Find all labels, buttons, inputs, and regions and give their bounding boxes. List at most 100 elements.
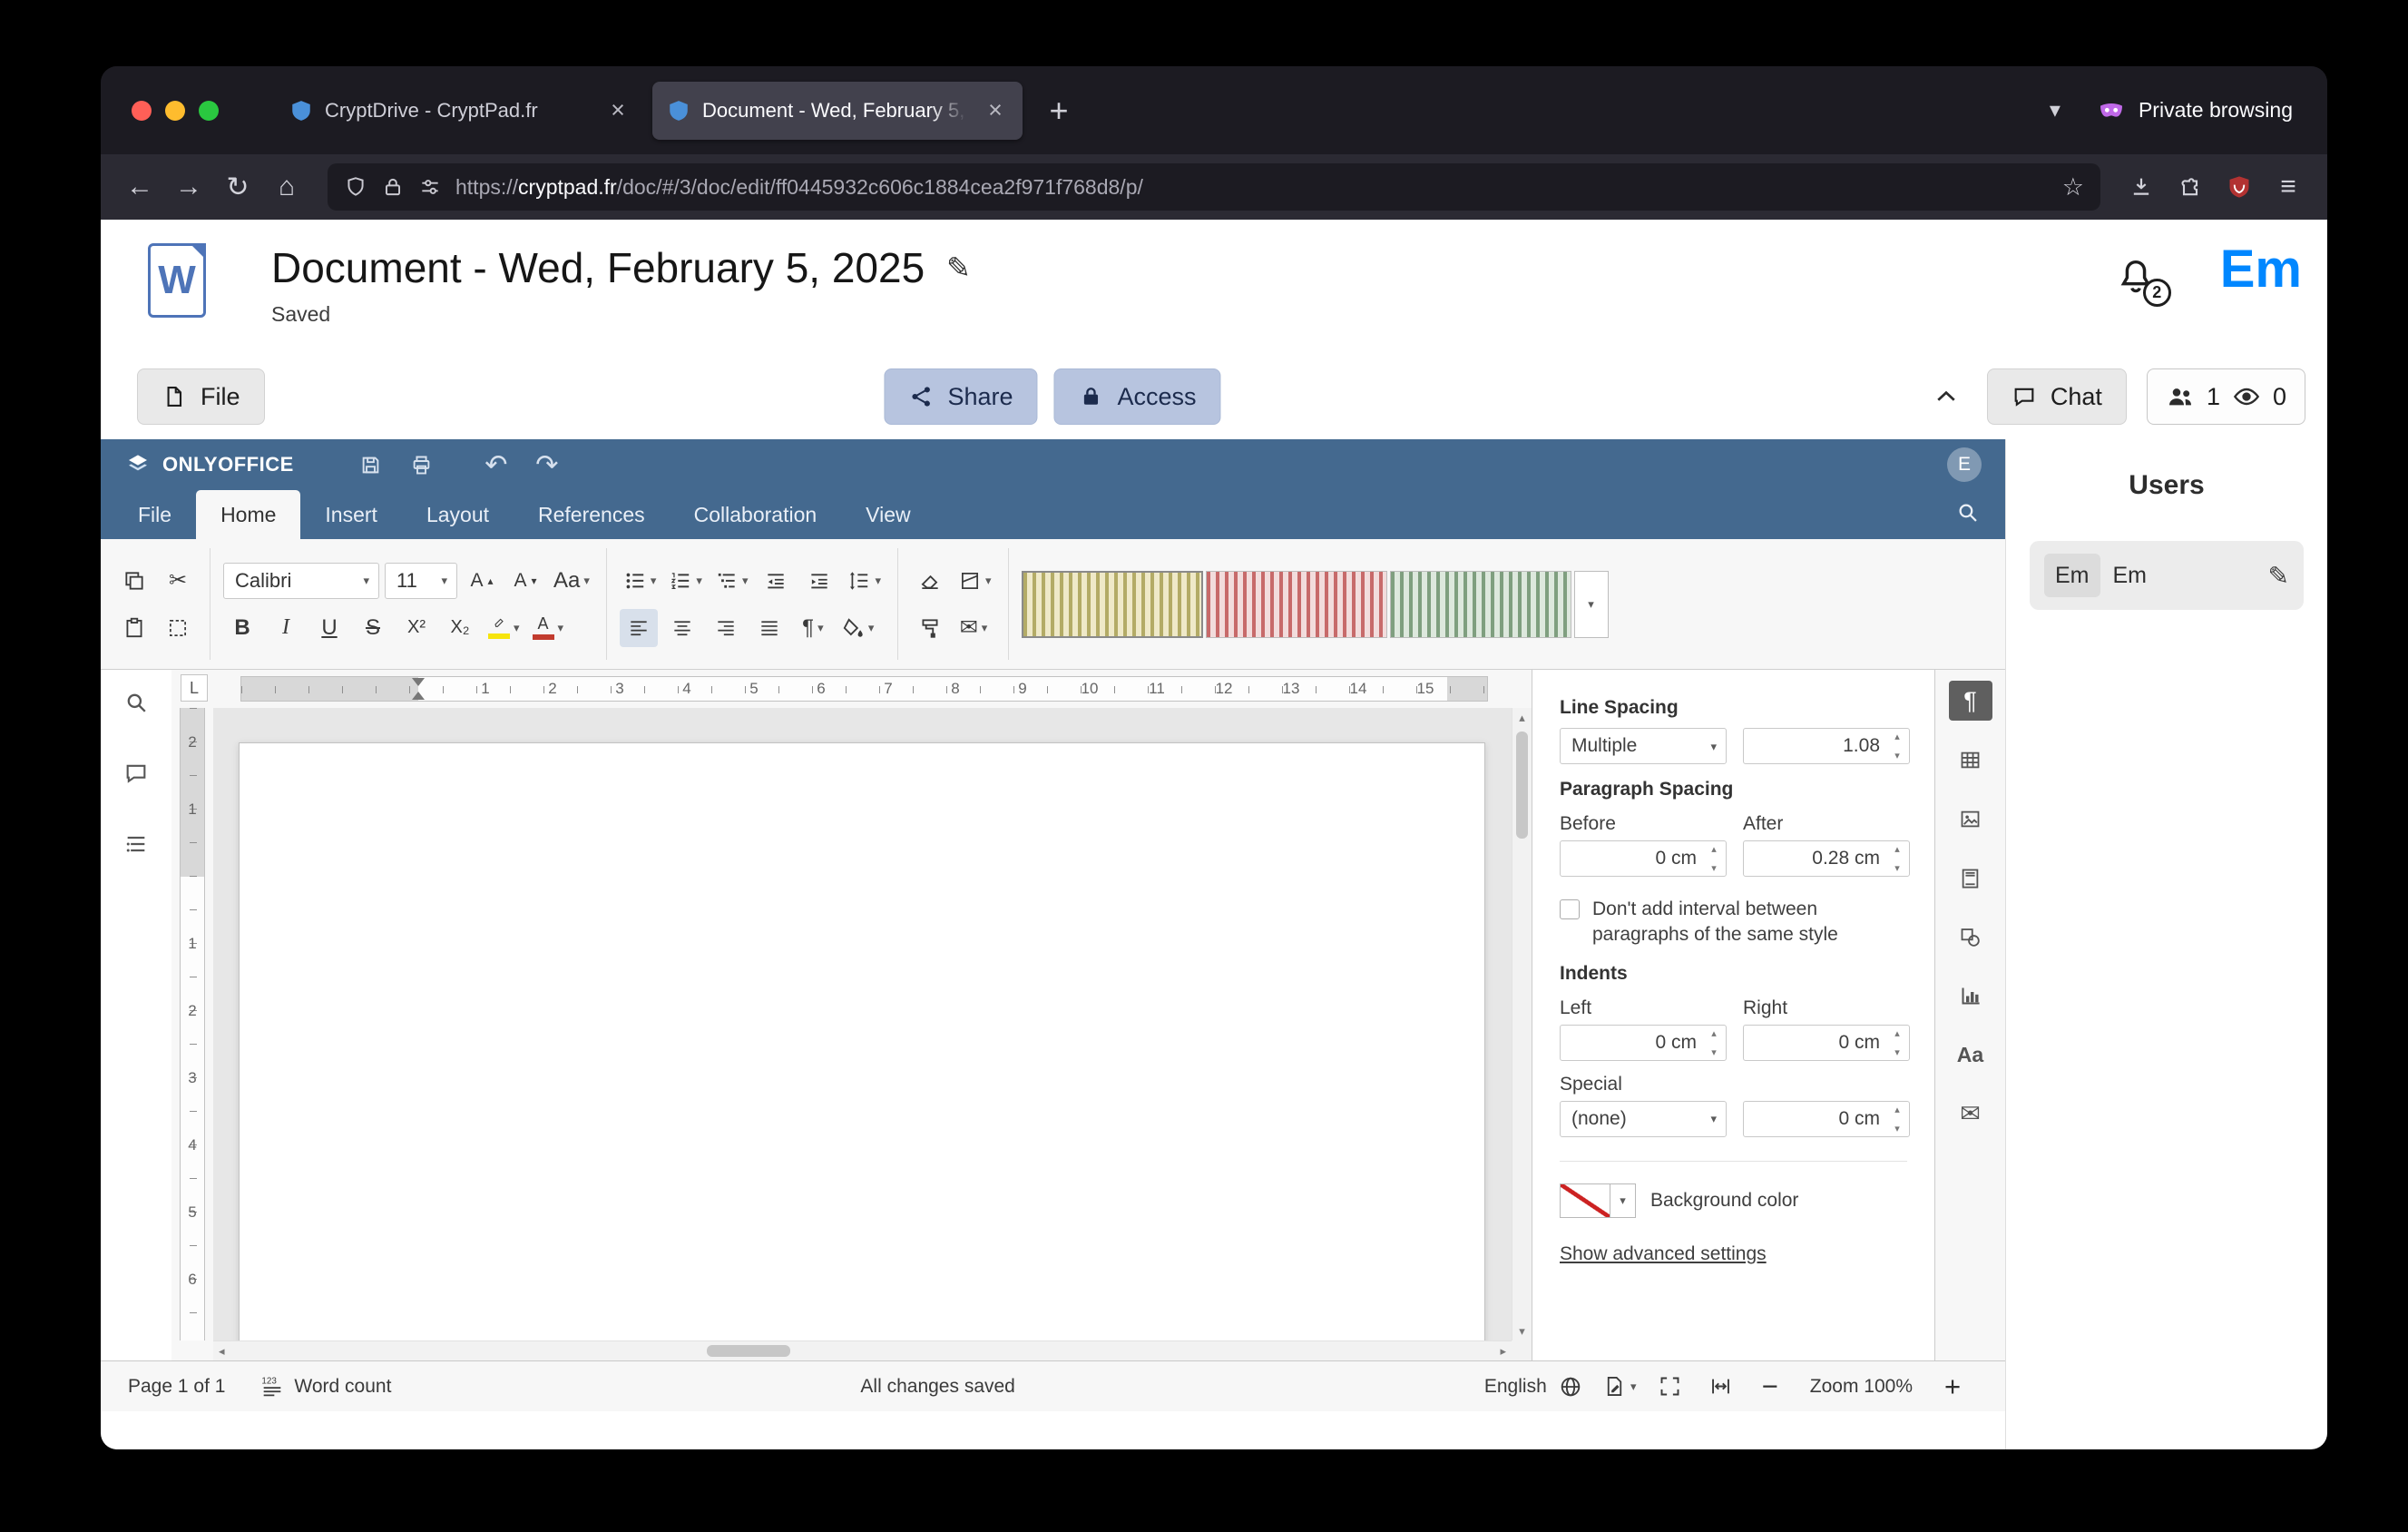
downloads-button[interactable]: [2119, 164, 2164, 210]
tab-document-active[interactable]: Document - Wed, February 5, 2025 ×: [652, 82, 1023, 140]
close-tab-icon[interactable]: ×: [979, 94, 1012, 127]
forward-button[interactable]: →: [166, 164, 211, 210]
chart-settings-tab[interactable]: [1949, 976, 1992, 1016]
word-count-button[interactable]: 123 Word count: [259, 1374, 391, 1399]
menu-file[interactable]: File: [113, 490, 196, 539]
mail-merge-button[interactable]: ✉▾: [954, 609, 993, 647]
decrement-font-button[interactable]: A▾: [506, 562, 544, 600]
home-button[interactable]: ⌂: [264, 164, 309, 210]
special-select[interactable]: (none)▾: [1560, 1101, 1727, 1137]
tab-stop-selector[interactable]: L: [181, 674, 208, 702]
menu-insert[interactable]: Insert: [300, 490, 402, 539]
subscript-button[interactable]: X₂: [441, 609, 479, 647]
indent-right-spinner[interactable]: 0 cm▴▾: [1743, 1025, 1910, 1061]
find-button[interactable]: [116, 683, 156, 722]
undo-button[interactable]: ↶: [477, 446, 515, 484]
page-indicator[interactable]: Page 1 of 1: [128, 1376, 225, 1398]
spin-down-icon[interactable]: ▾: [1711, 862, 1717, 874]
superscript-button[interactable]: X²: [397, 609, 436, 647]
spin-up-icon[interactable]: ▴: [1894, 1027, 1900, 1039]
presence-avatar[interactable]: E: [1947, 447, 1982, 482]
font-family-select[interactable]: Calibri▾: [223, 563, 379, 599]
shape-settings-tab[interactable]: [1949, 917, 1992, 957]
document-page[interactable]: [239, 742, 1485, 1340]
chat-button[interactable]: Chat: [1987, 368, 2127, 425]
fit-page-button[interactable]: [1652, 1369, 1689, 1405]
multilevel-list-button[interactable]: ▾: [711, 562, 752, 600]
copy-button[interactable]: [115, 562, 153, 600]
redo-button[interactable]: ↷: [528, 446, 566, 484]
spin-up-icon[interactable]: ▴: [1711, 1027, 1717, 1039]
scroll-down-arrow[interactable]: ▾: [1512, 1325, 1532, 1337]
menu-references[interactable]: References: [514, 490, 670, 539]
reload-button[interactable]: ↻: [215, 164, 260, 210]
spin-down-icon[interactable]: ▾: [1894, 1123, 1900, 1134]
spellcheck-button[interactable]: ▾: [1601, 1369, 1638, 1405]
style-preview-3[interactable]: [1390, 571, 1571, 638]
scroll-up-arrow[interactable]: ▴: [1512, 712, 1532, 723]
bullets-button[interactable]: ▾: [620, 562, 661, 600]
advanced-settings-link[interactable]: Show advanced settings: [1560, 1243, 1767, 1265]
bold-button[interactable]: B: [223, 609, 261, 647]
spin-down-icon[interactable]: ▾: [1894, 862, 1900, 874]
nonprinting-chars-button[interactable]: ¶▾: [794, 609, 832, 647]
align-left-button[interactable]: [620, 609, 658, 647]
headerfooter-settings-tab[interactable]: [1949, 858, 1992, 898]
mailmerge-settings-tab[interactable]: ✉: [1949, 1094, 1992, 1134]
table-settings-tab[interactable]: [1949, 740, 1992, 780]
style-preview-2[interactable]: [1206, 571, 1387, 638]
close-window-button[interactable]: [132, 101, 152, 121]
spin-up-icon[interactable]: ▴: [1894, 843, 1900, 855]
collapse-toolbar-button[interactable]: [1925, 376, 1967, 417]
list-tabs-chevron-icon[interactable]: ▾: [2050, 97, 2061, 123]
close-tab-icon[interactable]: ×: [602, 94, 634, 127]
share-button[interactable]: Share: [884, 368, 1037, 425]
left-indent-marker[interactable]: [412, 692, 425, 700]
spin-down-icon[interactable]: ▾: [1711, 1046, 1717, 1058]
spin-down-icon[interactable]: ▾: [1894, 750, 1900, 761]
ublock-button[interactable]: [2217, 164, 2262, 210]
horizontal-ruler[interactable]: 123456789101112131415: [240, 676, 1488, 702]
spin-up-icon[interactable]: ▴: [1711, 843, 1717, 855]
vertical-scroll-thumb[interactable]: [1516, 732, 1528, 839]
menu-layout[interactable]: Layout: [402, 490, 514, 539]
font-size-select[interactable]: 11▾: [385, 563, 457, 599]
edit-title-icon[interactable]: ✎: [946, 250, 971, 285]
maximize-window-button[interactable]: [199, 101, 219, 121]
scroll-left-arrow[interactable]: ◂: [219, 1344, 225, 1359]
indent-left-spinner[interactable]: 0 cm▴▾: [1560, 1025, 1727, 1061]
spacing-before-spinner[interactable]: 0 cm▴▾: [1560, 840, 1727, 877]
fit-width-button[interactable]: [1703, 1369, 1739, 1405]
special-spinner[interactable]: 0 cm▴▾: [1743, 1101, 1910, 1137]
align-center-button[interactable]: [663, 609, 701, 647]
file-button[interactable]: File: [137, 368, 265, 425]
clear-style-button[interactable]: [911, 562, 949, 600]
styles-expand-button[interactable]: ▾: [1574, 571, 1609, 638]
line-spacing-select[interactable]: Multiple▾: [1560, 728, 1727, 764]
interval-checkbox[interactable]: [1560, 899, 1580, 919]
strikethrough-button[interactable]: S: [354, 609, 392, 647]
minimize-window-button[interactable]: [165, 101, 185, 121]
line-spacing-button[interactable]: ▾: [844, 562, 885, 600]
bookmark-star-icon[interactable]: ☆: [2062, 173, 2084, 201]
menu-button[interactable]: ≡: [2266, 164, 2311, 210]
vertical-ruler[interactable]: 21 123456: [171, 708, 213, 1340]
background-color-swatch[interactable]: [1560, 1183, 1610, 1218]
scroll-right-arrow[interactable]: ▸: [1500, 1344, 1506, 1359]
change-case-button[interactable]: Aa▾: [550, 562, 593, 600]
first-line-indent-marker[interactable]: [412, 678, 425, 686]
image-settings-tab[interactable]: [1949, 799, 1992, 839]
italic-button[interactable]: I: [267, 609, 305, 647]
menu-collaboration[interactable]: Collaboration: [670, 490, 842, 539]
justify-button[interactable]: [750, 609, 788, 647]
paragraph-color-button[interactable]: ▾: [954, 562, 995, 600]
back-button[interactable]: ←: [117, 164, 162, 210]
vertical-scrollbar[interactable]: ▴ ▾: [1512, 708, 1532, 1340]
font-color-button[interactable]: A ▾: [529, 609, 568, 647]
account-avatar[interactable]: Em: [2220, 243, 2302, 356]
comments-button[interactable]: [116, 753, 156, 793]
zoom-out-button[interactable]: −: [1754, 1370, 1786, 1403]
zoom-in-button[interactable]: +: [1936, 1370, 1969, 1403]
edit-user-icon[interactable]: ✎: [2268, 561, 2289, 591]
align-right-button[interactable]: [707, 609, 745, 647]
